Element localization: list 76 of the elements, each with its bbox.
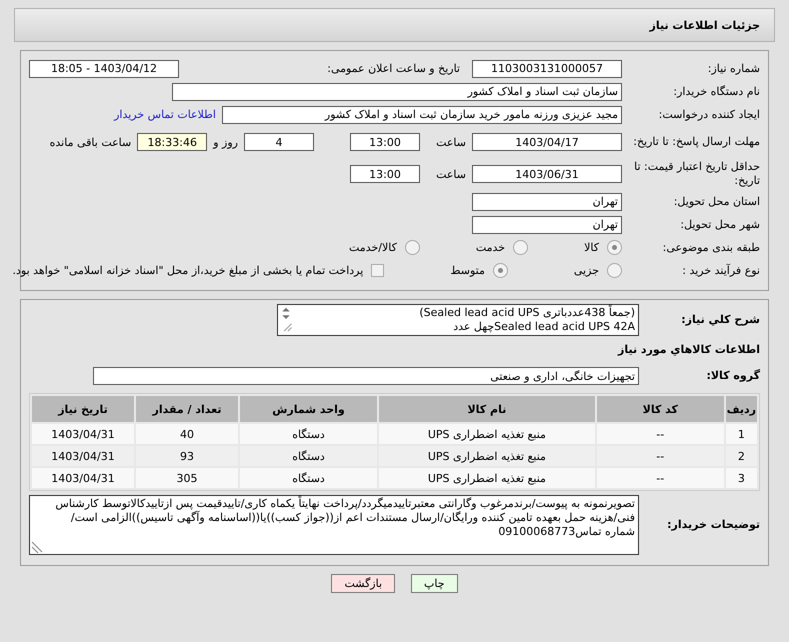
- time-label: ساعت: [435, 168, 466, 180]
- column-header: ردیف: [726, 396, 757, 422]
- field-label: حداقل تاریخ اعتبار قیمت: تا تاریخ:: [633, 160, 760, 188]
- field-label: نوع فرآیند خرید :: [681, 264, 760, 278]
- table-cell: منبع تغذیه اضطراری UPS: [379, 468, 595, 488]
- radio-button[interactable]: [492, 263, 508, 278]
- field-label: توضیحات خریدار:: [666, 518, 760, 532]
- option-label: خدمت: [476, 241, 506, 254]
- column-header: کد کالا: [596, 396, 724, 422]
- table-cell: 40: [136, 424, 238, 444]
- column-header: واحد شمارش: [240, 396, 377, 422]
- table-cell: 3: [726, 468, 757, 488]
- field-label: شرح کلي نياز:: [680, 313, 760, 327]
- back-button[interactable]: بازگشت: [331, 574, 396, 593]
- table-cell: --: [596, 446, 724, 466]
- field-label: ایجاد کننده درخواست:: [658, 108, 760, 122]
- contact-link[interactable]: اطلاعات تماس خریدار: [114, 108, 216, 121]
- radio-button[interactable]: [607, 240, 622, 255]
- table-cell: --: [596, 468, 724, 488]
- column-header: تاریخ نیاز: [32, 396, 134, 422]
- field-label: نام دستگاه خریدار:: [672, 84, 760, 98]
- announce-date-field: 1403/04/12 - 18:05: [29, 60, 179, 78]
- page-title: جزئیات اطلاعات نیاز: [650, 18, 760, 32]
- table-cell: 305: [136, 468, 238, 488]
- table-cell: 1403/04/31: [32, 424, 134, 444]
- table-cell: 1: [726, 424, 757, 444]
- creator-field: مجید عزیزی ورزنه مامور خرید سازمان ثبت اسناد و املاک کشور: [222, 106, 622, 124]
- city-field: تهران: [472, 216, 622, 234]
- field-label: تاریخ و ساعت اعلان عمومی:: [327, 62, 460, 76]
- checkbox-label: پرداخت تمام یا بخشی از مبلغ خرید،از محل "اسناد خزانه اسلامی" خواهد بود.: [12, 264, 364, 277]
- section-title: اطلاعات کالاهاي مورد نياز: [618, 342, 760, 356]
- option-label: کالا: [584, 241, 599, 254]
- remaining-label: ساعت باقی مانده: [50, 136, 132, 148]
- time-label: ساعت: [435, 136, 466, 148]
- need-number-field: 1103003131000057: [472, 60, 622, 78]
- table-cell: 93: [136, 446, 238, 466]
- table-cell: دستگاه: [240, 424, 377, 444]
- option-label: متوسط: [450, 264, 485, 277]
- print-button[interactable]: چاپ: [411, 574, 458, 593]
- buyer-notes-text: تصویرنمونه به پیوست/برندمرغوب وگارانتی معتبرتاییدمیگردد/پرداخت نهایتاً یکماه کاری/تاییدقیمت پس ازتاییدکالاتوسط کارشناس فنی/هزینه حمل بعهده تامین کننده ورایگان/ارسال مستندات اعم از((جواز کسب))یا((اساسنامه وآگهی تاسیس))الزامی است/شماره تماس09100068773: [54, 496, 636, 540]
- description-line: (جمعاً 438عددباتری Sealed lead acid UPS): [418, 306, 635, 320]
- option-label: جزیی: [574, 264, 599, 277]
- table-cell: دستگاه: [240, 468, 377, 488]
- table-cell: 1403/04/31: [32, 468, 134, 488]
- checkbox[interactable]: [371, 264, 384, 277]
- column-header: نام کالا: [379, 396, 595, 422]
- description-line: Sealed lead acid UPS 42Aچهل عدد: [452, 320, 635, 334]
- buyer-org-field: سازمان ثبت اسناد و املاک کشور: [172, 82, 622, 100]
- description-box[interactable]: (جمعاً 438عددباتری Sealed lead acid UPS) Sealed lead acid UPS 42Aچهل عدد: [277, 304, 639, 336]
- field-label: شهر محل تحویل:: [679, 218, 760, 232]
- buyer-notes-box[interactable]: [29, 495, 639, 555]
- days-label: روز و: [213, 136, 238, 148]
- table-cell: 2: [726, 446, 757, 466]
- goods-group-field: تجهیزات خانگی، اداری و صنعتی: [93, 367, 639, 385]
- field-label: طبقه بندی موضوعی:: [662, 240, 760, 254]
- option-label: کالا/خدمت: [349, 241, 397, 254]
- radio-button[interactable]: [404, 240, 420, 255]
- province-field: تهران: [472, 192, 622, 210]
- date-field: 1403/06/31: [472, 165, 622, 183]
- field-label: مهلت ارسال پاسخ: تا تاریخ:: [632, 135, 760, 149]
- column-header: تعداد / مقدار: [136, 396, 238, 422]
- table-cell: منبع تغذیه اضطراری UPS: [379, 424, 595, 444]
- remaining-time-field: 18:33:46: [137, 133, 208, 151]
- field-label: گروه کالا:: [705, 369, 760, 383]
- time-field: 13:00: [350, 133, 420, 151]
- radio-button[interactable]: [607, 263, 622, 278]
- field-label: شماره نیاز:: [706, 62, 760, 76]
- date-field: 1403/04/17: [472, 133, 622, 151]
- table-cell: --: [596, 424, 724, 444]
- table-cell: منبع تغذیه اضطراری UPS: [379, 446, 595, 466]
- table-cell: 1403/04/31: [32, 446, 134, 466]
- time-field: 13:00: [350, 165, 420, 183]
- field-label: استان محل تحویل:: [672, 194, 760, 208]
- days-field: 4: [244, 133, 314, 151]
- table-cell: دستگاه: [240, 446, 377, 466]
- radio-button[interactable]: [513, 240, 528, 255]
